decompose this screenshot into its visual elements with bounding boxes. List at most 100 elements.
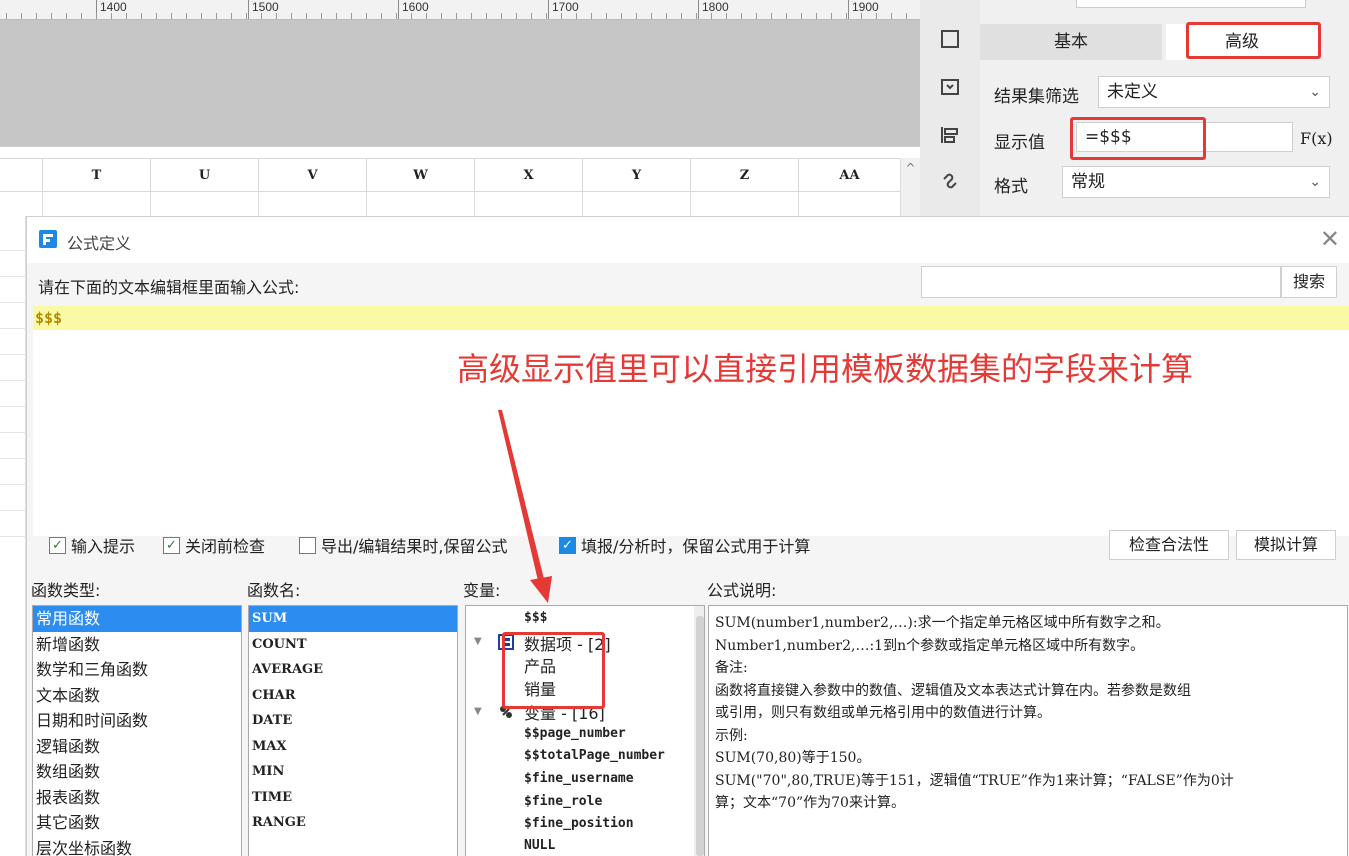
highlight-advanced-tab [1186,22,1321,59]
function-name-list[interactable]: SUM COUNT AVERAGE CHAR DATE MAX MIN TIME… [248,605,458,856]
ruler-tick [96,13,97,19]
function-type-label: 函数类型: [31,581,101,600]
list-item[interactable]: 数学和三角函数 [33,657,241,683]
result-filter-row: 结果集筛选 未定义 ⌄ [980,76,1340,108]
tree-node-root[interactable]: $$$ [524,610,547,625]
result-filter-select[interactable]: 未定义 ⌄ [1098,76,1330,108]
ruler-tick [336,13,337,19]
column-header-cell[interactable]: X [474,159,582,193]
ruler-tick [666,13,667,19]
ruler-tick [861,13,862,19]
list-item[interactable]: SUM [249,606,457,632]
function-type-list[interactable]: 常用函数 新增函数 数学和三角函数 文本函数 日期和时间函数 逻辑函数 数组函数… [32,605,242,856]
list-item[interactable]: AVERAGE [249,657,457,683]
tree-node-variable[interactable]: $fine_position [524,816,634,831]
list-item[interactable]: MIN [249,759,457,785]
ruler-tick [846,13,847,19]
checkbox-checked-icon[interactable]: ✓ [49,537,66,554]
column-header-cell[interactable]: U [150,159,258,193]
formula-text[interactable]: $$$ [33,306,1349,330]
list-item[interactable]: 其它函数 [33,810,241,836]
search-input[interactable] [921,266,1281,298]
list-item[interactable]: RANGE [249,810,457,836]
option-input-hint[interactable]: ✓ 输入提示 [49,536,135,560]
checkbox-checked-icon[interactable]: ✓ [559,537,576,554]
align-icon[interactable] [937,124,963,150]
scroll-up-icon[interactable]: ^ [901,158,920,178]
column-header-cell[interactable]: W [366,159,474,193]
list-item[interactable]: 文本函数 [33,683,241,709]
ruler-label: 1900 [852,0,879,14]
tree-expand-icon[interactable]: ▼ [474,706,482,717]
checkbox-unchecked-icon[interactable] [299,537,316,554]
widget-icon[interactable] [937,76,963,102]
ruler-tick [576,13,577,19]
column-header-cell[interactable]: AA [798,159,900,193]
ruler-tick [81,13,82,19]
ruler-tick [906,13,907,19]
list-item[interactable]: CHAR [249,683,457,709]
ruler-tick [786,13,787,19]
sheet-grid [0,192,900,216]
tab-basic[interactable]: 基本 [980,24,1162,60]
sheet-scrollbar[interactable]: ^ [900,158,920,216]
option-label: 输入提示 [71,537,136,556]
highlight-display-value [1070,117,1206,160]
list-item[interactable]: 日期和时间函数 [33,708,241,734]
tree-expand-icon[interactable]: ▼ [474,636,482,647]
ruler-tick [546,13,547,19]
ruler-tick [501,13,502,19]
format-row: 格式 常规 ⌄ [980,166,1340,198]
simulate-button[interactable]: 模拟计算 [1236,530,1336,560]
column-header-cell[interactable]: T [42,159,150,193]
format-select[interactable]: 常规 ⌄ [1062,166,1330,198]
list-item[interactable]: 新增函数 [33,632,241,658]
column-header-cell[interactable]: Z [690,159,798,193]
description-line: SUM("70",80,TRUE)等于151，逻辑值“TRUE”作为1来计算；“… [715,772,1234,789]
column-header-cell[interactable]: Y [582,159,690,193]
list-item[interactable]: 层次坐标函数 [33,836,241,856]
border-icon[interactable] [937,28,963,54]
display-value-label: 显示值 [994,133,1045,153]
list-item[interactable]: MAX [249,734,457,760]
tree-node-variable[interactable]: NULL [524,838,555,853]
list-item[interactable]: 报表函数 [33,785,241,811]
description-line: 函数将直接键入参数中的数值、逻辑值及文本表达式计算在内。若参数是数组 [715,682,1191,699]
option-check-before-close[interactable]: ✓ 关闭前检查 [163,536,265,560]
checkbox-checked-icon[interactable]: ✓ [163,537,180,554]
ruler-tick [66,13,67,19]
ruler-tick [441,13,442,19]
ruler-label: 1700 [552,0,579,14]
ruler-tick [591,13,592,19]
format-label: 格式 [994,177,1028,197]
variable-tree-scrollbar[interactable] [694,606,704,856]
link-icon[interactable] [937,170,963,196]
close-icon[interactable]: ✕ [1320,225,1340,253]
list-item[interactable]: 常用函数 [33,606,241,632]
list-item[interactable]: TIME [249,785,457,811]
clipped-select[interactable] [1076,0,1306,8]
list-item[interactable]: 数组函数 [33,759,241,785]
list-item[interactable]: 逻辑函数 [33,734,241,760]
check-validity-button[interactable]: 检查合法性 [1109,530,1229,560]
ruler-tick [561,13,562,19]
search-button[interactable]: 搜索 [1281,266,1337,298]
ruler-tick [816,13,817,19]
tree-node-variable[interactable]: $fine_username [524,771,634,786]
tree-node-variable[interactable]: $fine_role [524,794,602,809]
option-label: 填报/分析时，保留公式用于计算 [581,537,811,556]
ruler-tick [771,13,772,19]
list-item[interactable]: DATE [249,708,457,734]
list-item[interactable]: COUNT [249,632,457,658]
tree-node-variable[interactable]: $$totalPage_number [524,748,665,763]
tree-node-variable[interactable]: $$page_number [524,726,626,741]
ruler-tick [6,13,7,19]
app-logo-icon [39,230,57,248]
ruler-label: 1800 [702,0,729,14]
option-keep-formula-fill[interactable]: ✓ 填报/分析时，保留公式用于计算 [559,536,810,560]
formula-description: SUM(number1,number2,…):求一个指定单元格区域中所有数字之和… [708,605,1348,856]
option-keep-formula-export[interactable]: 导出/编辑结果时,保留公式 [299,536,507,560]
column-header-cell[interactable]: V [258,159,366,193]
formula-editor[interactable]: $$$ [33,306,1349,536]
formula-editor-button[interactable]: F(x) [1300,124,1333,154]
